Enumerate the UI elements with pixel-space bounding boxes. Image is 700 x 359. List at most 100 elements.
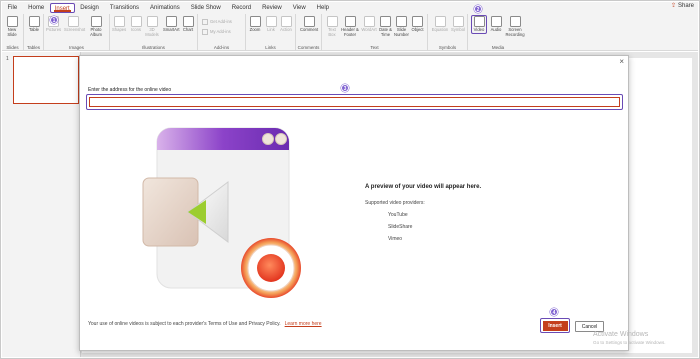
icons-button[interactable]: Icons <box>129 16 143 33</box>
step-badge-4: 4 <box>550 308 558 316</box>
screen-recording-label: Screen Recording <box>505 27 525 37</box>
online-video-dialog: × 3 Enter the address for the online vid… <box>79 55 629 351</box>
menu-animations[interactable]: Animations <box>145 3 186 13</box>
video-button[interactable]: Video <box>471 15 487 34</box>
provider-slideshare: SlideShare <box>388 224 413 230</box>
3d-models-button[interactable]: 3D Models <box>145 16 159 37</box>
video-address-input[interactable] <box>89 97 620 107</box>
new-slide-label: New Slide <box>7 27 17 37</box>
date-time-icon <box>380 16 391 27</box>
insert-button-highlight: Insert <box>540 318 570 333</box>
menu-record[interactable]: Record <box>226 3 256 13</box>
screenshot-icon <box>67 16 79 27</box>
screen-recording-icon <box>509 16 521 27</box>
comment-label: Comment <box>300 27 319 32</box>
object-button[interactable]: Object <box>410 16 425 33</box>
photo-album-button[interactable]: Photo Album <box>87 16 105 37</box>
get-addins-button[interactable]: Get Add-ins <box>202 19 232 25</box>
audio-label: Audio <box>490 27 502 32</box>
group-addins: Get Add-ins My Add-ins Add-ins <box>198 14 246 51</box>
group-media-label: Media <box>491 45 505 50</box>
address-label: Enter the address for the online video <box>88 87 172 93</box>
equation-label: Equation <box>431 27 449 32</box>
video-preview-illustration <box>142 127 301 298</box>
text-box-icon <box>326 16 338 27</box>
ribbon-insert: New Slide Slides Table Tables Pictures S… <box>2 14 698 51</box>
chart-button[interactable]: Chart <box>181 16 195 33</box>
new-slide-button[interactable]: New Slide <box>5 16 19 37</box>
group-images-label: Images <box>69 45 84 50</box>
my-addins-button[interactable]: My Add-ins <box>202 29 231 35</box>
step-badge-1: 1 <box>50 16 58 24</box>
group-text-label: Text <box>370 45 379 50</box>
symbol-label: Symbol <box>451 27 465 32</box>
slide-number-button[interactable]: Slide Number <box>394 16 409 37</box>
provider-youtube: YouTube <box>388 212 408 218</box>
icons-label: Icons <box>130 27 141 32</box>
menu-review[interactable]: Review <box>257 3 288 13</box>
zoom-button[interactable]: Zoom <box>248 16 262 33</box>
3d-models-label: 3D Models <box>145 27 159 37</box>
smartart-icon <box>165 16 177 27</box>
date-time-button[interactable]: Date & Time <box>378 16 393 37</box>
close-icon[interactable]: × <box>619 57 624 66</box>
comment-icon <box>303 16 315 27</box>
group-comments-label: Comments <box>297 45 320 50</box>
chart-label: Chart <box>182 27 194 32</box>
providers-label: Supported video providers: <box>365 200 425 206</box>
menu-help[interactable]: Help <box>311 3 334 13</box>
audio-button[interactable]: Audio <box>489 16 503 33</box>
text-box-button[interactable]: Text Box <box>325 16 339 37</box>
group-slides-label: Slides <box>6 45 19 50</box>
menu-view[interactable]: View <box>287 3 311 13</box>
group-links: Zoom Link Action Links <box>246 14 296 51</box>
comment-button[interactable]: Comment <box>300 16 318 33</box>
video-icon <box>473 16 485 27</box>
share-label: Share <box>677 3 694 9</box>
shapes-icon <box>113 16 125 27</box>
link-label: Link <box>267 27 275 32</box>
menu-design[interactable]: Design <box>75 3 105 13</box>
header-footer-button[interactable]: Header & Footer <box>341 16 359 37</box>
group-text: Text Box Header & Footer WordArt Date & … <box>322 14 428 51</box>
menu-home[interactable]: Home <box>23 3 50 13</box>
link-icon <box>265 16 277 27</box>
group-comments: Comment Comments <box>296 14 322 51</box>
group-links-label: Links <box>265 45 276 50</box>
slide-thumbnail-number: 1 <box>6 56 9 62</box>
menu-insert[interactable]: Insert <box>49 3 75 13</box>
equation-button[interactable]: Equation <box>431 16 449 33</box>
action-button[interactable]: Action <box>279 16 293 33</box>
group-symbols-label: Symbols <box>438 45 457 50</box>
menu-bar: File Home Insert Design Transitions Anim… <box>2 2 698 14</box>
screenshot-label: Screenshot <box>64 27 86 32</box>
menu-file[interactable]: File <box>2 3 23 13</box>
insert-button[interactable]: Insert <box>542 320 568 331</box>
date-time-label: Date & Time <box>379 27 392 37</box>
photo-album-label: Photo Album <box>90 27 102 37</box>
learn-more-link[interactable]: Learn more here <box>285 321 322 327</box>
menu-transitions[interactable]: Transitions <box>104 3 144 13</box>
slide-thumbnail[interactable] <box>13 56 79 104</box>
record-button-shape <box>257 254 285 282</box>
group-addins-label: Add-ins <box>213 45 230 50</box>
screenshot-button[interactable]: Screenshot <box>64 16 86 33</box>
shapes-button[interactable]: Shapes <box>112 16 126 33</box>
symbol-button[interactable]: Symbol <box>450 16 466 33</box>
share-button[interactable]: ⇪ Share <box>671 2 694 9</box>
equation-icon <box>434 16 446 27</box>
video-label: Video <box>473 27 485 32</box>
zoom-label: Zoom <box>249 27 261 32</box>
zoom-icon <box>249 16 261 27</box>
icons-icon <box>130 16 142 27</box>
wordart-button[interactable]: WordArt <box>361 16 377 33</box>
menu-slide-show[interactable]: Slide Show <box>185 3 226 13</box>
shapes-label: Shapes <box>112 27 127 32</box>
link-button[interactable]: Link <box>264 16 278 33</box>
smartart-button[interactable]: SmartArt <box>163 16 180 33</box>
table-button[interactable]: Table <box>27 16 41 33</box>
terms-notice: Your use of online videos is subject to … <box>88 321 322 327</box>
screen-recording-button[interactable]: Screen Recording <box>505 16 525 37</box>
preview-title: A preview of your video will appear here… <box>365 184 482 190</box>
pictures-label: Pictures <box>46 27 62 32</box>
